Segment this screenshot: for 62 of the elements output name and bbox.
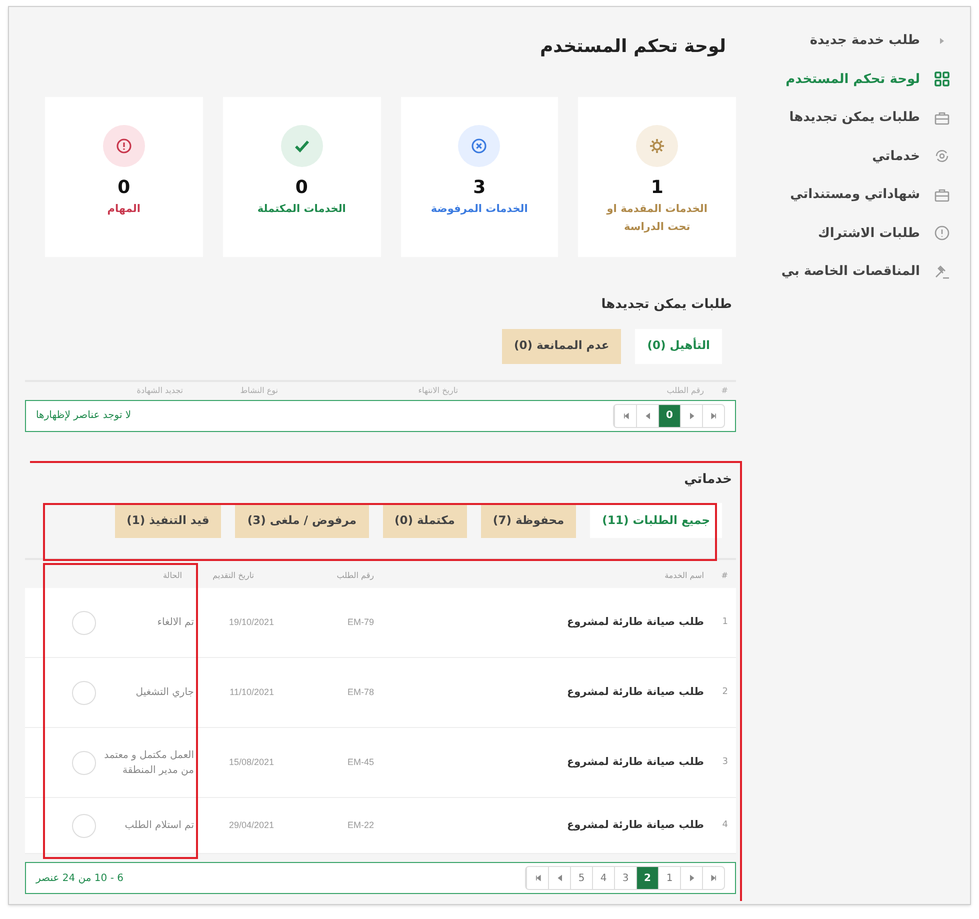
section-title: طلبات يمكن تجديدها <box>600 296 733 314</box>
column-header: # <box>720 384 728 396</box>
sidebar-item[interactable]: طلبات الاشتراك <box>738 224 950 243</box>
column-header: رقم الطلب <box>666 384 704 396</box>
stat-value: 0 <box>118 177 130 200</box>
column-header: تجديد الشهادة <box>136 384 183 396</box>
sidebar-item[interactable]: خدماتي <box>738 146 950 166</box>
column-header: # <box>720 570 728 582</box>
page-button[interactable]: 3 <box>614 867 636 889</box>
stat-label: الخدمات المرفوضة <box>430 202 529 217</box>
table-cell-text: EM-22 <box>346 818 374 832</box>
column-header: نوع النشاط <box>239 384 278 396</box>
stat-label: الخدمات المقدمة او تحت الدراسة <box>605 202 708 234</box>
table-cell-text: EM-45 <box>346 756 374 769</box>
sidebar-item[interactable]: شهاداتي ومستنداتي <box>738 185 950 204</box>
tab[interactable]: التأهيل (0) <box>635 328 722 364</box>
table-cell-text: 15/08/2021 <box>228 756 274 769</box>
table-cell-text: EM-78 <box>346 686 374 699</box>
page-button[interactable]: 0 <box>658 404 680 426</box>
sidebar-item[interactable]: طلبات يمكن تجديدها <box>738 108 950 128</box>
table-cell-text: العمل مكتمل و معتمد من مدير المنطقة <box>103 748 194 778</box>
stat-value: 3 <box>473 177 486 200</box>
sidebar-item[interactable]: المناقصات الخاصة بي <box>738 262 950 282</box>
table-cell-text: 19/10/2021 <box>228 616 274 629</box>
stat-label: الخدمات المكتملة <box>256 202 347 216</box>
table-cell-text: تم استلام الطلب <box>124 819 194 833</box>
tab[interactable]: مكتملة (0) <box>382 503 467 538</box>
table-cell-text: 11/10/2021 <box>228 686 274 699</box>
table-cell-text: طلب صيانة طارئة لمشروع <box>566 684 704 700</box>
pager-range: 6 - 10 من 24 عنصر <box>36 872 124 886</box>
table-cell-text: طلب صيانة طارئة لمشروع <box>566 614 704 630</box>
table-cell-text: EM-79 <box>346 616 374 629</box>
column-header: رقم الطلب <box>336 570 374 582</box>
table-cell-text: تم الالغاء <box>156 616 194 630</box>
page-title: لوحة تحكم المستخدم <box>538 35 727 59</box>
stat-value: 1 <box>650 177 664 200</box>
stat-value: 0 <box>295 177 308 200</box>
section-title: خدماتي <box>683 470 733 488</box>
tab[interactable]: قيد التنفيذ (1) <box>114 503 222 538</box>
column-header: تاريخ الانتهاء <box>417 384 458 396</box>
empty-message: لا توجد عناصر لإظهارها <box>36 409 132 423</box>
table-cell-text: طلب صيانة طارئة لمشروع <box>566 818 704 833</box>
column-header: تاريخ التقديم <box>212 570 254 582</box>
sidebar-item[interactable]: طلب خدمة جديدة <box>738 31 950 50</box>
tab[interactable]: محفوظة (7) <box>480 503 576 538</box>
page-button[interactable]: 4 <box>592 867 614 889</box>
table-cell-text: 4 <box>721 818 728 832</box>
table-cell-text: 29/04/2021 <box>228 818 274 832</box>
sidebar-item[interactable]: لوحة تحكم المستخدم <box>738 70 950 89</box>
column-header: الحالة <box>162 570 182 582</box>
page-button[interactable]: 5 <box>570 867 592 889</box>
table-cell-text: 2 <box>721 686 728 699</box>
tab[interactable]: جميع الطلبات (11) <box>590 503 722 538</box>
page-button[interactable]: 2 <box>636 867 658 889</box>
table-cell-text: 1 <box>721 616 728 629</box>
table-cell-text: جاري التشغيل <box>134 686 194 700</box>
tab[interactable]: مرفوض / ملغى (3) <box>235 503 368 538</box>
tab[interactable]: عدم الممانعة (0) <box>502 328 622 364</box>
stat-label: المهام <box>106 202 142 217</box>
table-cell-text: طلب صيانة طارئة لمشروع <box>566 754 704 770</box>
table-cell-text: 3 <box>721 756 728 769</box>
column-header: اسم الخدمة <box>664 570 704 582</box>
